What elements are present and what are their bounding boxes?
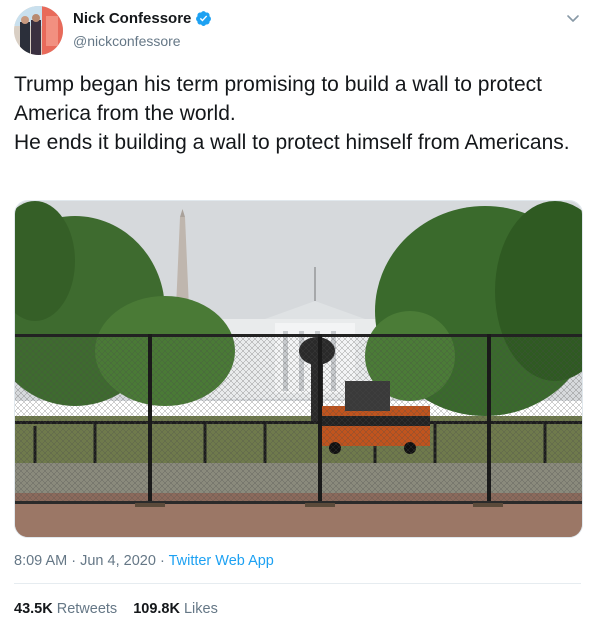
retweets-label: Retweets <box>56 601 118 617</box>
tweet-time[interactable]: 8:09 AM <box>14 553 67 569</box>
tweet-source-app[interactable]: Twitter Web App <box>169 553 274 569</box>
likes-stat[interactable]: 109.8K Likes <box>133 601 218 617</box>
tweet-stats: 43.5K Retweets 109.8K Likes <box>14 601 218 617</box>
white-house-fence-photo <box>15 201 582 537</box>
divider <box>14 583 581 584</box>
author-name-row: Nick Confessore <box>73 10 212 27</box>
meta-separator: · <box>71 553 77 569</box>
avatar[interactable] <box>14 6 63 55</box>
verified-badge-icon <box>196 11 212 26</box>
meta-separator: · <box>159 553 165 569</box>
likes-count: 109.8K <box>133 601 180 617</box>
tweet-text: Trump began his term promising to build … <box>14 70 574 157</box>
tweet-meta: 8:09 AM · Jun 4, 2020 · Twitter Web App <box>14 553 274 569</box>
retweets-count: 43.5K <box>14 601 53 617</box>
author-handle[interactable]: @nickconfessore <box>73 33 181 49</box>
tweet-photo[interactable] <box>14 200 583 538</box>
author-name[interactable]: Nick Confessore <box>73 10 191 27</box>
retweets-stat[interactable]: 43.5K Retweets <box>14 601 117 617</box>
avatar-image <box>14 6 63 55</box>
tweet-line: He ends it building a wall to protect hi… <box>14 131 570 154</box>
chevron-down-icon[interactable] <box>565 10 581 26</box>
tweet-date[interactable]: Jun 4, 2020 <box>80 553 156 569</box>
likes-label: Likes <box>183 601 218 617</box>
tweet-header: Nick Confessore @nickconfessore <box>0 0 595 60</box>
tweet-line: Trump began his term promising to build … <box>14 73 542 125</box>
